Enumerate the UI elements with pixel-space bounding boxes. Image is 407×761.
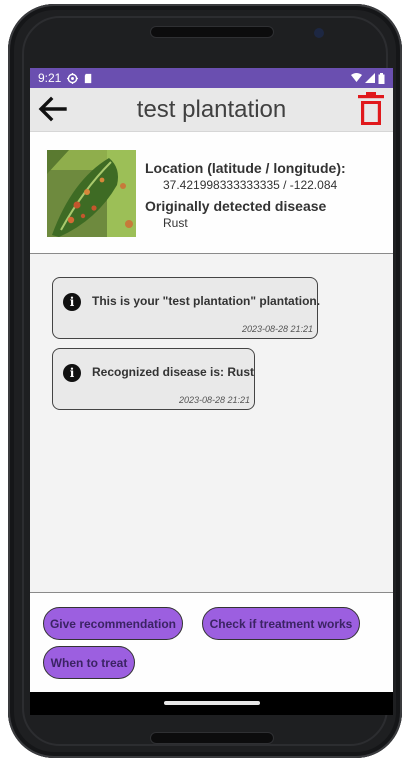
delete-icon[interactable]: [358, 92, 384, 126]
location-value: 37.421998333333335 / -122.084: [163, 178, 338, 192]
page-title: test plantation: [136, 96, 287, 123]
status-time: 9:21: [38, 71, 62, 85]
phone-chin-speaker: [150, 732, 274, 744]
message-bubble: i Recognized disease is: Rust 2023-08-28…: [52, 348, 255, 410]
signal-icon: [365, 73, 375, 83]
battery-icon: [378, 72, 385, 84]
home-gesture-bar[interactable]: [164, 701, 260, 705]
message-list: i This is your "test plantation" plantat…: [30, 255, 393, 592]
disease-value: Rust: [163, 216, 188, 230]
plantation-info-card: Location (latitude / longitude): 37.4219…: [30, 131, 393, 254]
plant-image: [47, 150, 136, 237]
message-bubble: i This is your "test plantation" plantat…: [52, 277, 321, 339]
disease-label: Originally detected disease: [145, 198, 327, 214]
app-screen: 9:21 test plantation Location (latitude …: [30, 68, 393, 715]
info-icon: i: [63, 293, 81, 311]
action-panel: Give recommendation Check if treatment w…: [30, 592, 393, 692]
app-bar: test plantation: [30, 88, 393, 131]
system-nav-bar: [30, 692, 393, 715]
message-timestamp: 2023-08-28 21:21: [241, 324, 313, 334]
sd-card-icon: [85, 73, 92, 83]
give-recommendation-button[interactable]: Give recommendation: [43, 607, 183, 640]
settings-icon: [67, 72, 79, 84]
when-to-treat-button[interactable]: When to treat: [43, 646, 135, 679]
status-indicators: [351, 72, 385, 84]
status-bar: 9:21: [30, 68, 393, 88]
check-treatment-button[interactable]: Check if treatment works: [202, 607, 360, 640]
front-camera: [314, 28, 324, 38]
message-text: This is your "test plantation" plantatio…: [92, 294, 321, 308]
message-text: Recognized disease is: Rust: [92, 365, 255, 379]
earpiece: [150, 26, 274, 38]
location-label: Location (latitude / longitude):: [145, 160, 346, 176]
info-icon: i: [63, 364, 81, 382]
plantation-details: Location (latitude / longitude): 37.4219…: [145, 160, 346, 236]
wifi-icon: [351, 73, 362, 82]
message-timestamp: 2023-08-28 21:21: [178, 395, 250, 405]
